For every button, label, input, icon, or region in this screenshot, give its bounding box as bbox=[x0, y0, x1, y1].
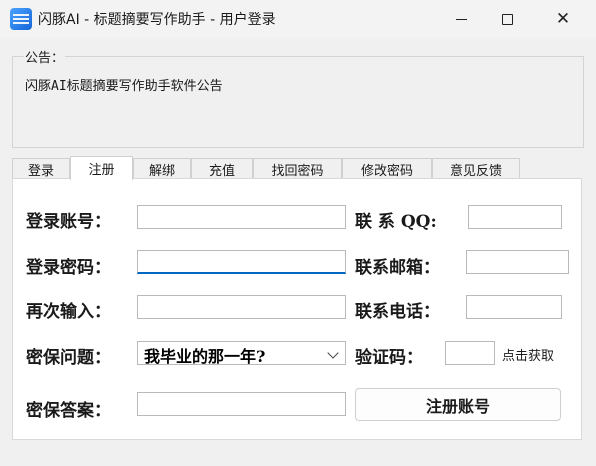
qq-label: 联 系 QQ: bbox=[355, 212, 437, 232]
security-answer-input[interactable] bbox=[137, 392, 346, 416]
qq-input[interactable] bbox=[468, 205, 562, 229]
email-input[interactable] bbox=[466, 250, 569, 274]
security-question-select[interactable]: 我毕业的那一年? bbox=[137, 341, 346, 366]
security-question-value: 我毕业的那一年? bbox=[144, 347, 266, 366]
tab-change-password[interactable]: 修改密码 bbox=[342, 158, 432, 179]
minimize-button[interactable] bbox=[438, 0, 484, 38]
email-label: 联系邮箱： bbox=[355, 258, 440, 278]
maximize-button[interactable] bbox=[484, 0, 530, 38]
security-question-label: 密保问题： bbox=[26, 348, 111, 368]
notice-group bbox=[12, 56, 584, 148]
confirm-password-input[interactable] bbox=[137, 295, 346, 319]
account-input[interactable] bbox=[137, 205, 346, 229]
tab-recharge[interactable]: 充值 bbox=[191, 158, 253, 179]
close-button[interactable]: ✕ bbox=[540, 0, 586, 38]
tab-feedback[interactable]: 意见反馈 bbox=[432, 158, 520, 179]
window-title: 闪豚AI - 标题摘要写作助手 - 用户登录 bbox=[38, 12, 276, 28]
maximize-icon bbox=[501, 13, 513, 25]
tab-login[interactable]: 登录 bbox=[12, 158, 70, 179]
phone-label: 联系电话： bbox=[355, 302, 440, 322]
chevron-down-icon bbox=[327, 347, 339, 359]
captcha-input[interactable] bbox=[445, 341, 495, 365]
register-button[interactable]: 注册账号 bbox=[355, 388, 561, 421]
minimize-icon bbox=[455, 18, 467, 20]
password-label: 登录密码： bbox=[26, 258, 111, 278]
title-bar: 闪豚AI - 标题摘要写作助手 - 用户登录 ✕ bbox=[0, 0, 596, 38]
notice-legend: 公告： bbox=[24, 47, 66, 66]
captcha-label: 验证码： bbox=[355, 348, 423, 368]
security-answer-label: 密保答案： bbox=[26, 401, 111, 421]
password-input[interactable] bbox=[137, 250, 346, 274]
tab-unbind[interactable]: 解绑 bbox=[133, 158, 191, 179]
phone-input[interactable] bbox=[466, 295, 562, 319]
tab-register[interactable]: 注册 bbox=[70, 156, 133, 180]
account-label: 登录账号： bbox=[26, 212, 111, 232]
confirm-password-label: 再次输入： bbox=[26, 302, 111, 322]
notice-text: 闪豚AI标题摘要写作助手软件公告 bbox=[25, 79, 223, 94]
close-icon: ✕ bbox=[555, 8, 571, 29]
app-logo-icon bbox=[10, 8, 32, 30]
tab-recover-password[interactable]: 找回密码 bbox=[253, 158, 342, 179]
get-code-link[interactable]: 点击获取 bbox=[502, 345, 554, 364]
